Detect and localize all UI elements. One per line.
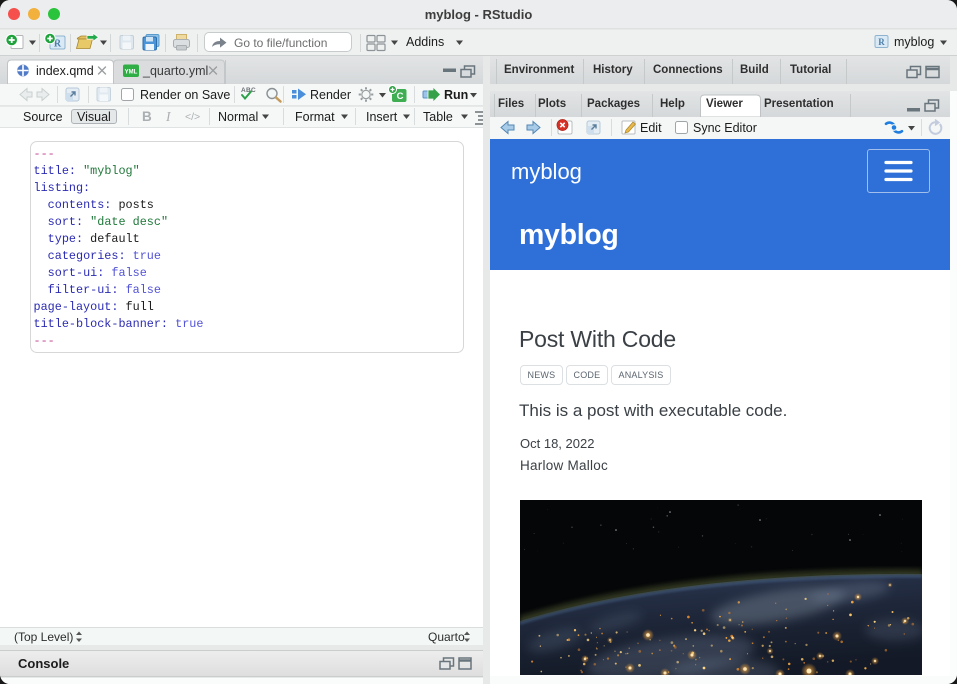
svg-text:C: C	[397, 91, 404, 102]
svg-text:YML: YML	[125, 70, 138, 76]
